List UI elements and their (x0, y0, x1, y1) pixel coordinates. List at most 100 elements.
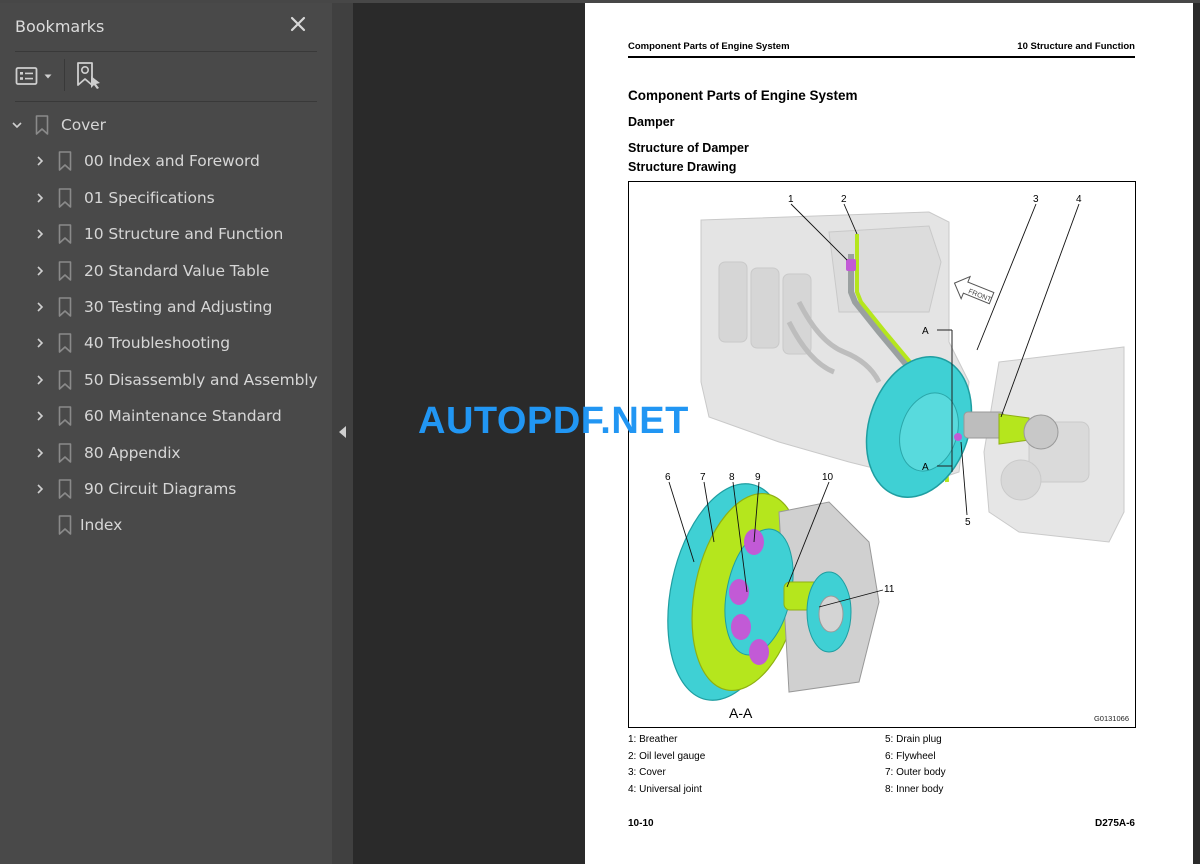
bookmark-icon (58, 333, 72, 354)
bookmark-item[interactable]: 90 Circuit Diagrams (0, 471, 332, 507)
callout-9: 9 (755, 472, 761, 483)
legend-item: 4: Universal joint (628, 783, 702, 795)
bookmark-icon (58, 369, 72, 390)
bookmark-item[interactable]: 50 Disassembly and Assembly (0, 362, 332, 398)
section-marker-top: A (922, 326, 929, 337)
bookmark-icon (58, 515, 72, 536)
legend-item: 5: Drain plug (885, 734, 942, 745)
find-current-bookmark-button[interactable] (75, 59, 105, 93)
chevron-right-icon[interactable] (34, 155, 46, 167)
bookmark-item[interactable]: Index (0, 507, 332, 543)
collapse-left-icon (339, 426, 346, 438)
options-menu-button[interactable] (15, 59, 55, 93)
callout-10: 10 (822, 472, 834, 483)
legend-item: 7: Outer body (885, 767, 946, 779)
bookmark-label: 01 Specifications (84, 188, 215, 207)
figure-id: G0131066 (1093, 714, 1129, 723)
page-heading: Component Parts of Engine System (628, 88, 858, 103)
subsection-heading: Structure Drawing (628, 160, 737, 174)
breather-part (846, 259, 856, 271)
bookmark-label: 60 Maintenance Standard (84, 407, 282, 426)
bookmark-item[interactable]: Cover (0, 107, 332, 143)
panel-title: Bookmarks (15, 17, 105, 36)
chevron-right-icon[interactable] (34, 228, 46, 240)
caret-down-icon (44, 74, 52, 79)
chevron-right-icon[interactable] (34, 265, 46, 277)
bookmark-item[interactable]: 60 Maintenance Standard (0, 398, 332, 434)
bookmark-icon (58, 224, 72, 244)
page-number: 10-10 (628, 818, 654, 829)
callout-1: 1 (788, 194, 794, 205)
bookmark-icon (58, 260, 72, 281)
bookmark-label: Cover (61, 116, 106, 134)
structure-drawing: FRONT A A 1 2 3 4 5 6 7 8 9 10 11 A-A G0… (628, 181, 1136, 728)
bookmark-item[interactable]: 80 Appendix (0, 435, 332, 471)
model-code: D275A-6 (1094, 818, 1135, 829)
list-options-icon (15, 67, 38, 85)
bookmark-label: 30 Testing and Adjusting (84, 298, 273, 316)
callout-3: 3 (1033, 194, 1039, 205)
bookmark-label: 10 Structure and Function (84, 225, 284, 244)
bookmarks-panel: Bookmarks Cover 00 Index and Foreword 01… (0, 3, 332, 864)
bookmark-item[interactable]: 10 Structure and Function (0, 216, 332, 252)
callout-6: 6 (665, 472, 671, 483)
chevron-down-icon[interactable] (11, 119, 23, 131)
bookmark-search-icon (77, 62, 100, 89)
legend-item: 1: Breather (628, 734, 678, 745)
header-rule (628, 56, 1135, 58)
panel-divider (15, 51, 317, 52)
legend-item: 3: Cover (628, 767, 666, 779)
legend-item: 2: Oil level gauge (628, 750, 706, 762)
parts-legend-right: 5: Drain plug 6: Flywheel 7: Outer body … (885, 732, 946, 798)
bookmark-icon (58, 151, 72, 172)
collapse-panel-handle[interactable] (332, 3, 353, 864)
drain-plug-part (954, 433, 962, 441)
bookmark-label: 50 Disassembly and Assembly (84, 370, 318, 389)
toolbar-separator (64, 59, 65, 91)
damper-illustration: FRONT A A 1 2 3 4 5 6 7 8 9 10 11 (665, 194, 1125, 701)
bookmark-label: 40 Troubleshooting (84, 334, 230, 353)
chevron-right-icon[interactable] (34, 483, 46, 495)
bookmark-icon (58, 406, 72, 426)
callout-8: 8 (729, 472, 735, 483)
bookmark-icon (58, 442, 72, 463)
bookmark-label: 90 Circuit Diagrams (84, 480, 237, 498)
bookmark-item[interactable]: 01 Specifications (0, 180, 332, 216)
page-subheading: Damper (628, 115, 675, 129)
callout-4: 4 (1076, 194, 1082, 205)
damper-section-view (667, 483, 880, 701)
running-header-right: 10 Structure and Function (1017, 41, 1135, 52)
bookmark-item[interactable]: 20 Standard Value Table (0, 253, 332, 289)
section-heading: Structure of Damper (628, 141, 749, 155)
bookmark-icon (35, 115, 49, 135)
panel-divider (15, 101, 317, 102)
section-view-label: A-A (729, 705, 753, 721)
callout-11: 11 (884, 584, 895, 595)
parts-legend-left: 1: Breather 2: Oil level gauge 3: Cover … (628, 732, 705, 798)
chevron-right-icon[interactable] (34, 337, 46, 349)
callout-2: 2 (841, 194, 847, 205)
transmission-outline (983, 346, 1125, 543)
front-direction-arrow: FRONT (953, 275, 995, 305)
chevron-right-icon[interactable] (34, 301, 46, 313)
legend-item: 6: Flywheel (885, 750, 936, 762)
callout-5: 5 (965, 517, 971, 528)
chevron-right-icon[interactable] (34, 410, 46, 422)
watermark-text: AUTOPDF.NET (418, 400, 689, 442)
bookmark-item[interactable]: 40 Troubleshooting (0, 325, 332, 361)
bookmark-toolbar (15, 59, 315, 93)
close-icon (290, 16, 306, 32)
viewer-scroll-edge (1193, 3, 1200, 864)
bookmark-item[interactable]: 30 Testing and Adjusting (0, 289, 332, 325)
callout-7: 7 (700, 472, 706, 483)
bookmark-item[interactable]: 00 Index and Foreword (0, 143, 332, 179)
bookmark-label: Index (80, 516, 123, 535)
bookmark-icon (58, 187, 72, 208)
chevron-right-icon[interactable] (34, 374, 46, 386)
bookmark-label: 20 Standard Value Table (84, 261, 270, 280)
close-panel-button[interactable] (287, 13, 309, 35)
chevron-right-icon[interactable] (34, 447, 46, 459)
chevron-right-icon[interactable] (34, 192, 46, 204)
section-marker-bottom: A (922, 462, 929, 473)
legend-item: 8: Inner body (885, 783, 944, 795)
